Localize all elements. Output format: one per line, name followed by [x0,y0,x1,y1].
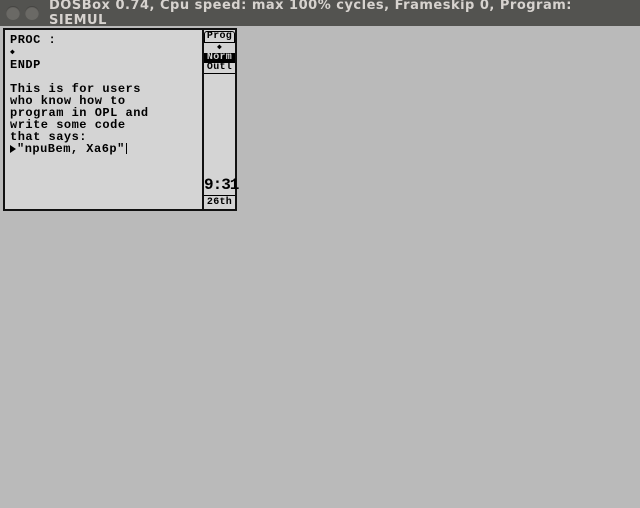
minimize-icon[interactable] [25,6,39,20]
code-editor[interactable]: PROC : ◆ ENDP This is for users who know… [3,28,203,211]
close-icon[interactable] [6,6,20,20]
workspace: PROC : ◆ ENDP This is for users who know… [0,26,640,508]
editor-line: ENDP [10,59,197,71]
window-titlebar: DOSBox 0.74, Cpu speed: max 100% cycles,… [0,0,640,26]
window-title: DOSBox 0.74, Cpu speed: max 100% cycles,… [49,0,634,28]
window-buttons [6,6,39,20]
side-tabrow: Prog [204,30,235,42]
input-line[interactable]: "npuBem, Xa6p" [10,143,197,155]
input-value: "npuBem, Xa6p" [17,143,125,155]
date-display: 26th [204,195,235,209]
emulator-window: PROC : ◆ ENDP This is for users who know… [3,28,237,211]
side-fill [204,74,235,174]
mode-outl[interactable]: Outl [204,63,235,74]
tab-prog[interactable]: Prog [204,31,235,42]
clock-display: 9:31 [204,174,235,195]
side-panel: Prog ◆ Norm Outl 9:31 26th [203,28,237,211]
text-cursor [126,143,127,154]
editor-line: PROC : [10,34,197,46]
prompt-caret-icon [10,145,16,153]
